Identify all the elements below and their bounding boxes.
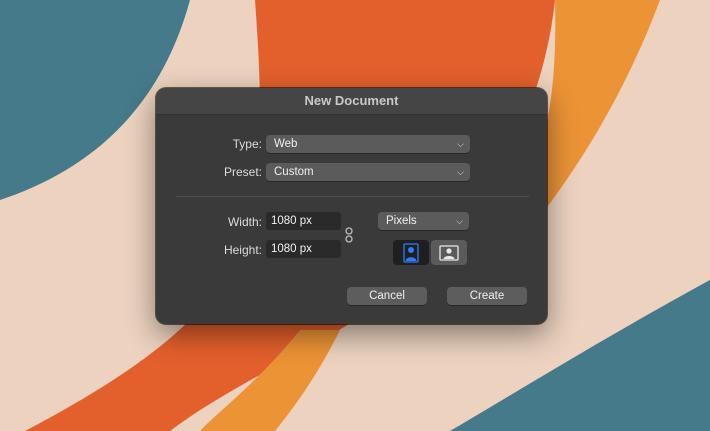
dialog-title: New Document	[156, 88, 547, 115]
height-field[interactable]: 1080 px	[266, 240, 341, 258]
create-button[interactable]: Create	[447, 287, 527, 305]
chevron-down-icon: ⌵	[456, 216, 463, 226]
new-document-dialog: New Document Type: Web ⌵ Preset: Custom …	[156, 88, 547, 324]
width-field[interactable]: 1080 px	[266, 212, 341, 230]
portrait-orientation-icon	[403, 243, 419, 263]
preset-value: Custom	[274, 166, 314, 178]
cancel-button[interactable]: Cancel	[347, 287, 427, 305]
type-dropdown[interactable]: Web ⌵	[266, 135, 470, 153]
chain-link-icon[interactable]	[344, 227, 354, 243]
type-label: Type:	[232, 137, 262, 151]
portrait-button[interactable]	[393, 240, 429, 265]
landscape-orientation-icon	[439, 245, 459, 261]
units-dropdown[interactable]: Pixels ⌵	[378, 212, 469, 230]
preset-dropdown[interactable]: Custom ⌵	[266, 163, 470, 181]
chevron-down-icon: ⌵	[457, 139, 464, 149]
preset-label: Preset:	[223, 165, 262, 179]
units-value: Pixels	[386, 215, 417, 227]
landscape-button[interactable]	[431, 240, 467, 265]
section-divider	[176, 196, 529, 197]
width-label: Width:	[227, 215, 262, 229]
chevron-down-icon: ⌵	[457, 167, 464, 177]
type-value: Web	[274, 138, 298, 150]
height-label: Height:	[223, 243, 262, 257]
